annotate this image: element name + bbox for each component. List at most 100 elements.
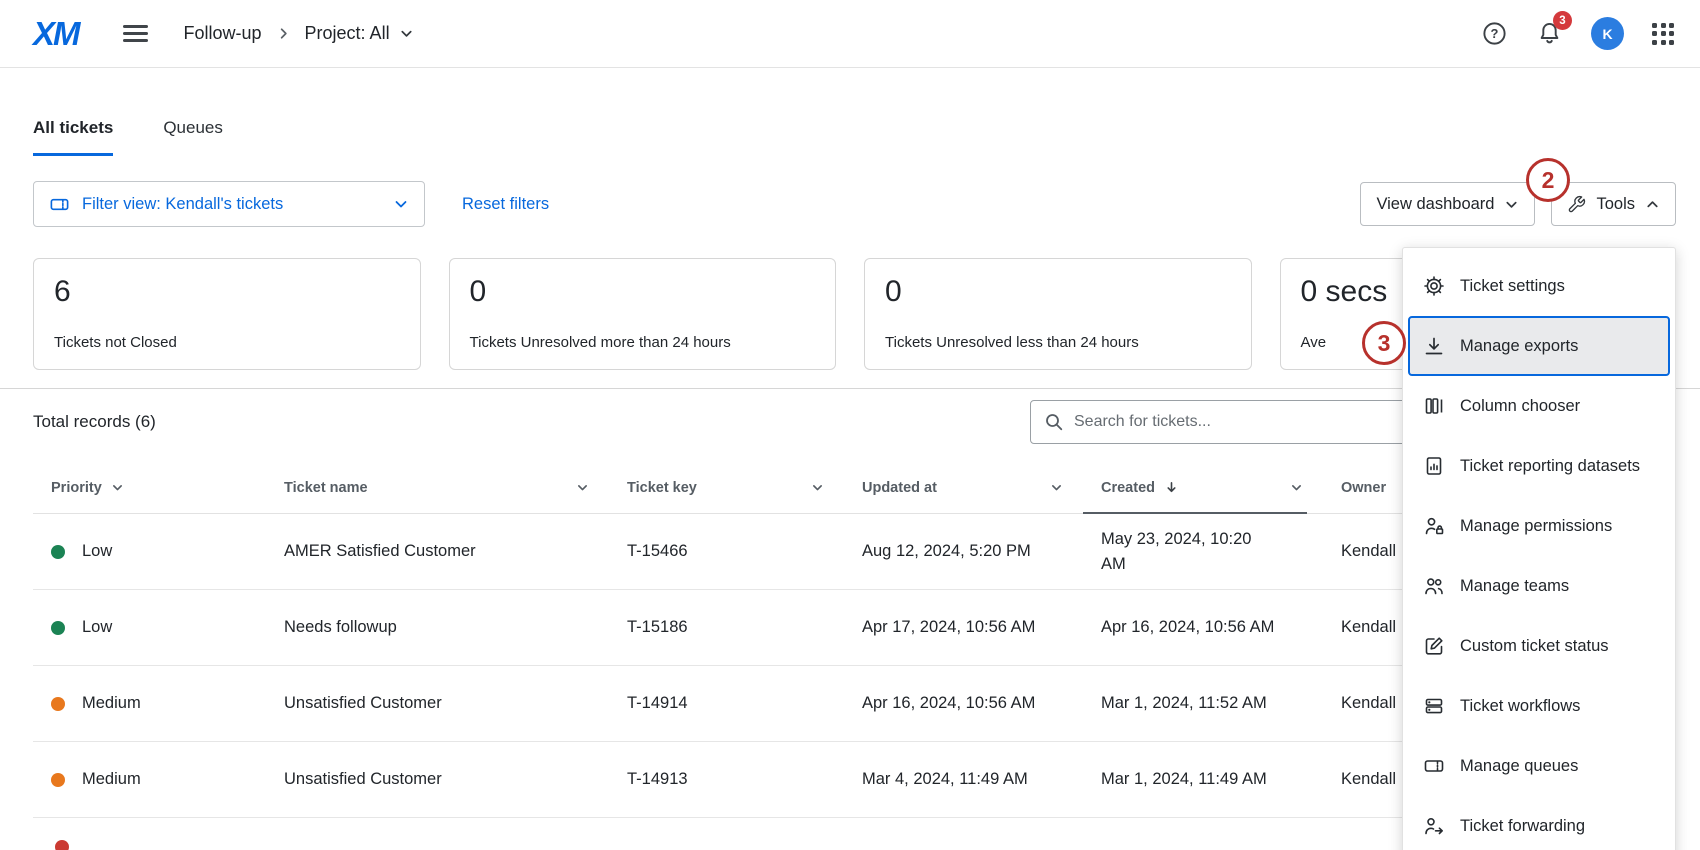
svg-text:?: ? <box>1491 26 1499 41</box>
menu-item-manage-permissions[interactable]: Manage permissions <box>1403 496 1675 556</box>
stat-label: Tickets Unresolved less than 24 hours <box>885 334 1231 351</box>
app-grid-icon[interactable] <box>1652 23 1674 45</box>
search-input[interactable] <box>1074 413 1422 431</box>
chevron-down-icon <box>1050 481 1063 494</box>
menu-item-manage-teams[interactable]: Manage teams <box>1403 556 1675 616</box>
people-icon <box>1423 575 1445 597</box>
menu-item-ticket-workflows[interactable]: Ticket workflows <box>1403 676 1675 736</box>
ticket-name: AMER Satisfied Customer <box>266 542 609 561</box>
menu-item-column-chooser[interactable]: Column chooser <box>1403 376 1675 436</box>
chevron-down-icon <box>811 481 824 494</box>
stat-card-not-closed: 6 Tickets not Closed <box>33 258 421 370</box>
priority-label: Medium <box>82 694 141 713</box>
chevron-down-icon <box>576 481 589 494</box>
menu-item-ticket-forwarding[interactable]: Ticket forwarding <box>1403 796 1675 850</box>
menu-item-label: Manage exports <box>1460 337 1578 356</box>
menu-item-label: Manage teams <box>1460 577 1569 596</box>
chevron-down-icon <box>1290 481 1303 494</box>
created-at: Mar 1, 2024, 11:49 AM <box>1083 770 1323 789</box>
stat-value: 6 <box>54 275 400 309</box>
tools-dropdown-menu: Ticket settings Manage exports Column ch… <box>1402 247 1676 850</box>
user-avatar[interactable]: K <box>1591 17 1624 50</box>
topbar-actions: ? 3 K <box>1481 17 1674 50</box>
breadcrumb-project-dropdown[interactable]: Project: All <box>305 23 414 44</box>
menu-item-label: Manage queues <box>1460 757 1578 776</box>
edit-icon <box>1423 635 1445 657</box>
ticket-icon <box>49 194 70 215</box>
ticket-icon <box>1423 755 1445 777</box>
view-dashboard-button[interactable]: View dashboard <box>1360 182 1535 226</box>
column-label: Ticket key <box>627 480 697 496</box>
right-controls: View dashboard Tools <box>1360 182 1676 226</box>
stat-card-unresolved-less-24h: 0 Tickets Unresolved less than 24 hours <box>864 258 1252 370</box>
priority-dot <box>55 840 69 850</box>
column-label: Updated at <box>862 480 937 496</box>
page: XM Follow-up Project: All ? 3 K <box>0 0 1700 850</box>
priority-dot <box>51 621 65 635</box>
controls-row: Filter view: Kendall's tickets Reset fil… <box>33 181 1676 227</box>
reset-filters-link[interactable]: Reset filters <box>462 195 549 214</box>
filter-view-label: Filter view: Kendall's tickets <box>82 195 283 214</box>
menu-item-label: Ticket forwarding <box>1460 817 1585 836</box>
menu-item-ticket-settings[interactable]: Ticket settings <box>1403 256 1675 316</box>
stat-label: Tickets not Closed <box>54 334 400 351</box>
chevron-right-icon <box>276 26 291 41</box>
report-document-icon <box>1423 455 1445 477</box>
column-header-priority[interactable]: Priority <box>33 462 266 513</box>
ticket-name: Needs followup <box>266 618 609 637</box>
updated-at: Apr 17, 2024, 10:56 AM <box>844 618 1083 637</box>
breadcrumb-project-label: Project: All <box>305 23 390 44</box>
hamburger-menu-icon[interactable] <box>123 20 148 46</box>
tab-queues[interactable]: Queues <box>163 118 223 156</box>
top-bar: XM Follow-up Project: All ? 3 K <box>0 0 1700 68</box>
total-records-label: Total records (6) <box>33 412 156 432</box>
stat-value: 0 <box>885 275 1231 309</box>
priority-dot <box>51 697 65 711</box>
breadcrumb-section[interactable]: Follow-up <box>184 23 262 44</box>
column-header-created[interactable]: Created <box>1083 462 1323 513</box>
stat-card-unresolved-more-24h: 0 Tickets Unresolved more than 24 hours <box>449 258 837 370</box>
tab-all-tickets[interactable]: All tickets <box>33 118 113 156</box>
priority-label: Medium <box>82 770 141 789</box>
menu-item-label: Manage permissions <box>1460 517 1612 536</box>
column-header-ticket-name[interactable]: Ticket name <box>266 462 609 513</box>
download-icon <box>1423 335 1445 357</box>
notifications-bell-icon[interactable]: 3 <box>1536 20 1563 47</box>
gear-icon <box>1423 275 1445 297</box>
filter-view-dropdown[interactable]: Filter view: Kendall's tickets <box>33 181 425 227</box>
priority-label: Low <box>82 542 112 561</box>
updated-at: Aug 12, 2024, 5:20 PM <box>844 542 1083 561</box>
created-at-text: May 23, 2024, 10:20 AM <box>1101 527 1275 577</box>
columns-icon <box>1423 395 1445 417</box>
tools-label: Tools <box>1596 195 1635 214</box>
chevron-up-icon <box>1645 197 1660 212</box>
ticket-key: T-15466 <box>609 542 844 561</box>
menu-item-manage-queues[interactable]: Manage queues <box>1403 736 1675 796</box>
xm-logo: XM <box>33 15 79 53</box>
chevron-down-icon <box>399 26 414 41</box>
menu-item-manage-exports[interactable]: Manage exports <box>1408 316 1670 376</box>
updated-at: Mar 4, 2024, 11:49 AM <box>844 770 1083 789</box>
wrench-icon <box>1567 195 1586 214</box>
priority-label: Low <box>82 618 112 637</box>
ticket-key: T-14914 <box>609 694 844 713</box>
column-header-updated-at[interactable]: Updated at <box>844 462 1083 513</box>
created-at: Mar 1, 2024, 11:52 AM <box>1083 694 1323 713</box>
annotation-step-2: 2 <box>1526 158 1570 202</box>
menu-item-custom-ticket-status[interactable]: Custom ticket status <box>1403 616 1675 676</box>
stack-icon <box>1423 695 1445 717</box>
view-dashboard-label: View dashboard <box>1376 195 1494 214</box>
search-box[interactable] <box>1030 400 1436 444</box>
column-label: Owner <box>1341 480 1386 496</box>
stat-value: 0 <box>470 275 816 309</box>
priority-dot <box>51 773 65 787</box>
created-at: May 23, 2024, 10:20 AM <box>1083 527 1323 577</box>
ticket-key: T-14913 <box>609 770 844 789</box>
column-header-ticket-key[interactable]: Ticket key <box>609 462 844 513</box>
tools-button[interactable]: Tools <box>1551 182 1676 226</box>
chevron-down-icon <box>1504 197 1519 212</box>
created-at: Apr 16, 2024, 10:56 AM <box>1083 618 1323 637</box>
search-icon <box>1044 412 1064 432</box>
menu-item-ticket-reporting-datasets[interactable]: Ticket reporting datasets <box>1403 436 1675 496</box>
help-icon[interactable]: ? <box>1481 20 1508 47</box>
